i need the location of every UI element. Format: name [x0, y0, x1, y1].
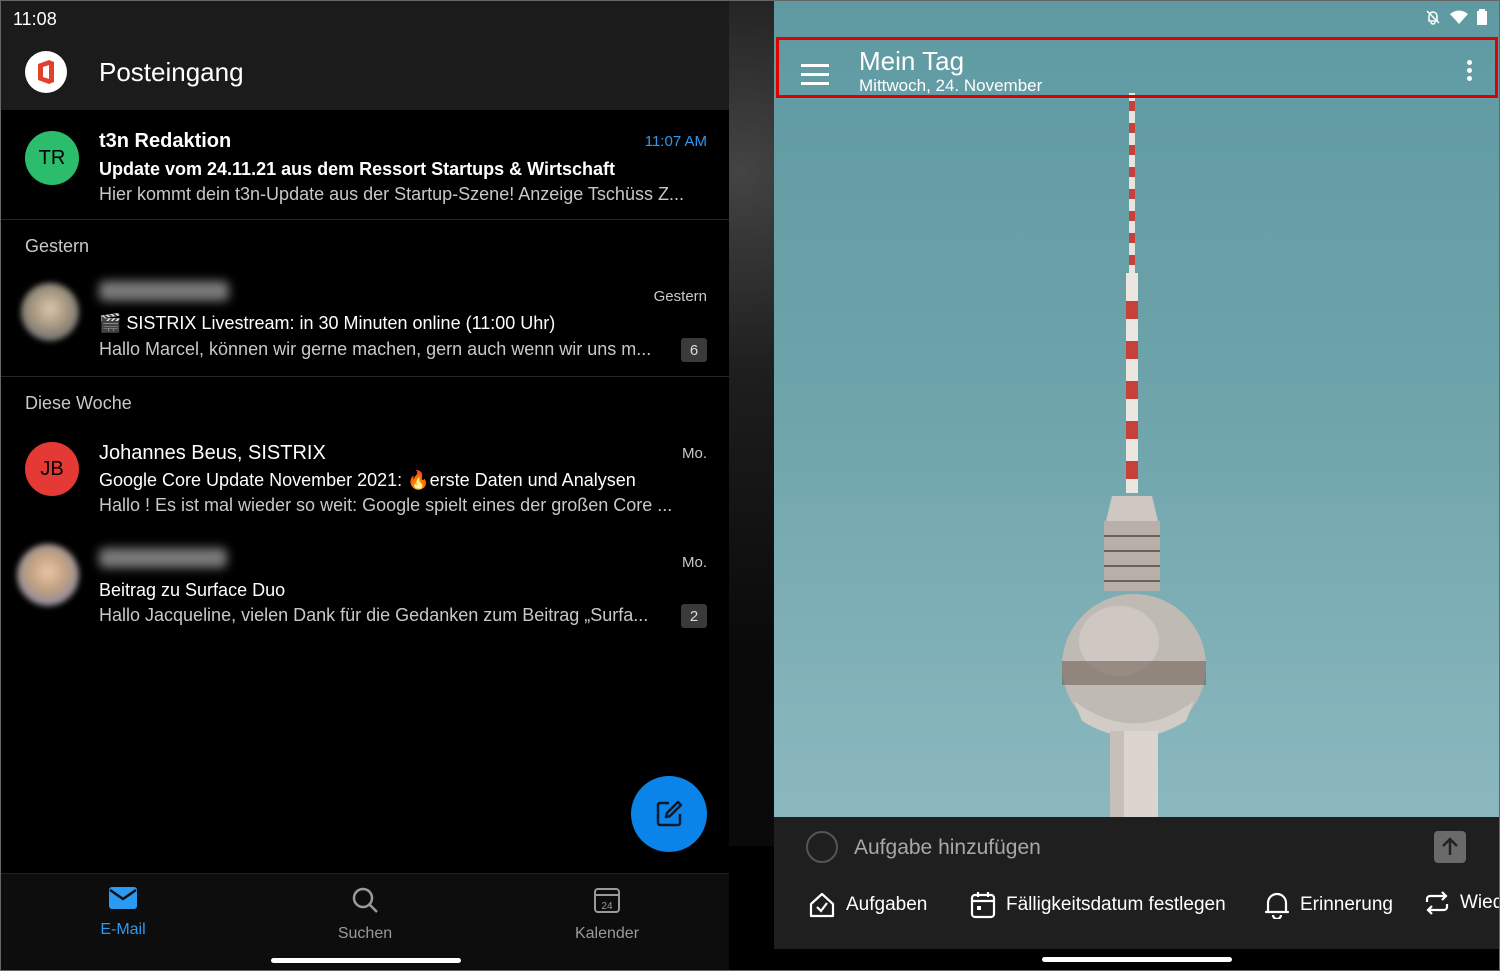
compose-button[interactable] — [631, 776, 707, 852]
divider — [1, 376, 729, 377]
hinge-wallpaper — [729, 1, 774, 846]
wifi-icon — [1449, 9, 1469, 30]
divider — [1, 219, 729, 220]
mail-time: 11:07 AM — [644, 133, 707, 150]
mail-subject: Beitrag zu Surface Duo — [99, 580, 286, 600]
mail-item[interactable]: JB Johannes Beus, SISTRIX Mo. Google Cor… — [1, 426, 729, 526]
avatar — [17, 544, 79, 606]
search-icon — [352, 887, 378, 913]
status-clock: 11:08 — [13, 9, 57, 29]
nav-calendar-label: Kalender — [574, 925, 640, 942]
compose-icon — [656, 800, 683, 827]
nav-mail[interactable]: E-Mail — [63, 886, 183, 939]
home-indicator[interactable] — [271, 958, 461, 963]
task-complete-circle-icon[interactable] — [806, 831, 838, 863]
mail-item[interactable]: TR t3n Redaktion 11:07 AM Update vom 24.… — [1, 110, 729, 220]
avatar-initials: TR — [38, 146, 66, 169]
bell-off-icon — [1425, 9, 1441, 30]
mail-time: Mo. — [681, 554, 707, 571]
calendar-icon: 24 — [594, 888, 620, 913]
mail-time: Gestern — [653, 288, 707, 305]
submit-task-button[interactable] — [1434, 831, 1466, 863]
house-check-icon — [809, 892, 835, 918]
thread-count-badge: 6 — [681, 338, 707, 362]
bell-icon — [1264, 892, 1290, 919]
chip-repeat-label: Wied — [1460, 892, 1500, 913]
mail-item[interactable]: Mo. Beitrag zu Surface Duo Hallo Jacquel… — [1, 536, 729, 636]
avatar-initials: JB — [40, 457, 64, 480]
mail-subject: 🎬 SISTRIX Livestream: in 30 Minuten onli… — [99, 313, 556, 333]
chip-reminder-label: Erinnerung — [1300, 894, 1393, 915]
mail-icon — [109, 887, 137, 909]
chip-tasks[interactable]: Aufgaben — [808, 891, 927, 919]
status-bar: 11:08 — [1, 1, 729, 37]
page-title: Posteingang — [99, 57, 244, 87]
mail-sender: Johannes Beus, SISTRIX — [99, 442, 326, 464]
home-indicator[interactable] — [1042, 957, 1232, 962]
section-header: Diese Woche — [25, 393, 132, 413]
battery-icon — [1477, 9, 1487, 30]
mail-sender: t3n Redaktion — [99, 130, 232, 152]
todo-list-title: Mein Tag — [859, 46, 965, 76]
status-icons — [1425, 9, 1487, 30]
more-options-icon[interactable] — [1467, 60, 1473, 84]
section-header: Gestern — [25, 236, 90, 256]
mail-sender-blurred — [99, 548, 227, 568]
mail-item[interactable]: Gestern 🎬 SISTRIX Livestream: in 30 Minu… — [1, 269, 729, 375]
chip-due-date[interactable]: Fälligkeitsdatum festlegen — [970, 891, 1226, 919]
nav-calendar[interactable]: 24 Kalender — [547, 886, 667, 943]
office-logo-icon[interactable] — [25, 51, 67, 93]
nav-search[interactable]: Suchen — [305, 886, 425, 943]
repeat-icon — [1425, 891, 1449, 915]
hinge-bottom — [729, 846, 774, 970]
outlook-pane: 11:08 Posteingang TR t3n Redaktion 11:07… — [1, 1, 729, 970]
mail-preview: Hier kommt dein t3n-Update aus der Start… — [99, 184, 684, 204]
thread-count-badge: 2 — [681, 604, 707, 628]
chip-repeat[interactable]: Wied — [1424, 891, 1500, 915]
avatar — [21, 283, 79, 341]
hamburger-menu-icon[interactable] — [801, 64, 829, 91]
chip-reminder[interactable]: Erinnerung — [1264, 891, 1393, 919]
chip-due-date-label: Fälligkeitsdatum festlegen — [1006, 894, 1226, 915]
avatar: TR — [25, 131, 79, 185]
todo-header-highlighted: Mein Tag Mittwoch, 24. November — [776, 37, 1498, 98]
add-task-input[interactable]: Aufgabe hinzufügen — [854, 836, 1041, 860]
mail-preview: Hallo Jacqueline, vielen Dank für die Ge… — [99, 605, 649, 625]
app-header: Posteingang — [1, 37, 729, 110]
screen: 11:08 Posteingang TR t3n Redaktion 11:07… — [0, 0, 1500, 971]
mail-preview: Hallo Marcel, können wir gerne machen, g… — [99, 339, 652, 359]
mail-subject: Google Core Update November 2021: 🔥erste… — [99, 470, 636, 490]
chip-tasks-label: Aufgaben — [846, 894, 928, 915]
todo-pane: Mein Tag Mittwoch, 24. November Aufgabe … — [774, 1, 1500, 970]
arrow-up-icon — [1442, 837, 1458, 855]
bottom-navigation: E-Mail Suchen 24 Kalender — [1, 873, 729, 970]
svg-text:24: 24 — [601, 901, 613, 912]
todo-date: Mittwoch, 24. November — [859, 76, 1043, 95]
mail-sender-blurred — [99, 281, 229, 301]
system-nav-area — [774, 949, 1499, 970]
mail-subject: Update vom 24.11.21 aus dem Ressort Star… — [99, 159, 616, 179]
tv-tower-background-image — [1062, 93, 1206, 817]
mail-preview: Hallo ! Es ist mal wieder so weit: Googl… — [99, 495, 673, 515]
nav-search-label: Suchen — [337, 925, 393, 942]
avatar: JB — [25, 442, 79, 496]
nav-mail-label: E-Mail — [100, 921, 146, 938]
mail-time: Mo. — [681, 445, 707, 462]
calendar-icon — [970, 892, 996, 919]
add-task-panel: Aufgabe hinzufügen Aufgaben Fälligkeitsd… — [774, 817, 1500, 949]
